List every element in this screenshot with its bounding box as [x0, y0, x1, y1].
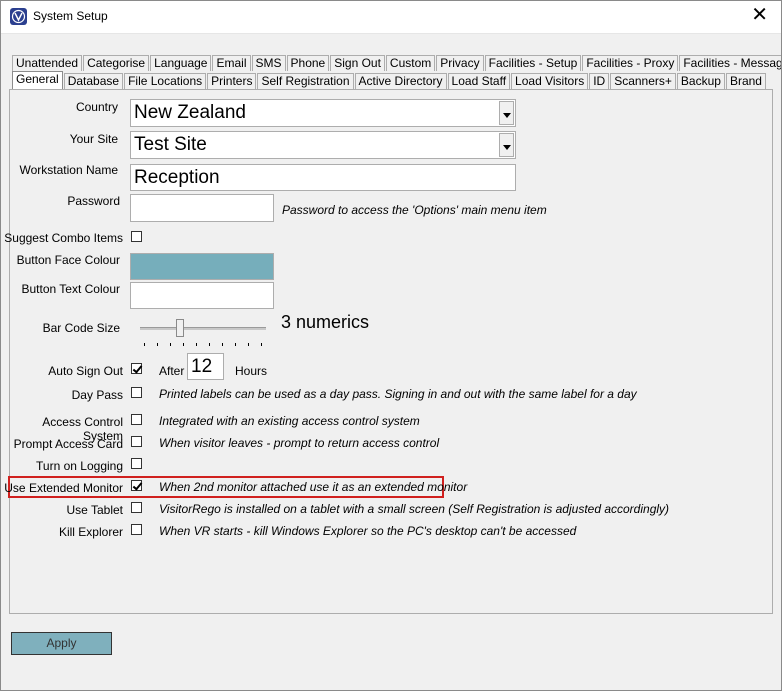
- kill-note: When VR starts - kill Windows Explorer s…: [159, 524, 577, 538]
- tab-file-locations[interactable]: File Locations: [124, 73, 207, 89]
- tab-unattended[interactable]: Unattended: [12, 55, 83, 71]
- tablet-note: VisitorRego is installed on a tablet wit…: [159, 502, 670, 516]
- tab-printers[interactable]: Printers: [207, 73, 257, 89]
- tab-facilities-proxy[interactable]: Facilities - Proxy: [582, 55, 679, 71]
- daypass-label: Day Pass: [71, 388, 123, 402]
- daypass-note: Printed labels can be used as a day pass…: [159, 387, 637, 401]
- extmon-note: When 2nd monitor attached use it as an e…: [159, 480, 468, 494]
- extmon-label: Use Extended Monitor: [4, 481, 123, 495]
- tab-facilities-messages[interactable]: Facilities - Messages: [679, 55, 782, 71]
- tab-privacy[interactable]: Privacy: [436, 55, 484, 71]
- slider-tick: [261, 343, 262, 346]
- password-note: Password to access the 'Options' main me…: [282, 203, 547, 217]
- workstation-input[interactable]: Reception: [130, 164, 516, 191]
- logging-label: Turn on Logging: [36, 459, 123, 473]
- tab-self-registration[interactable]: Self Registration: [257, 73, 354, 89]
- tab-database[interactable]: Database: [63, 73, 124, 89]
- barcode-slider-track[interactable]: [140, 327, 266, 330]
- barcode-label: Bar Code Size: [42, 321, 120, 335]
- face-colour-label: Button Face Colour: [16, 253, 120, 267]
- tab-row-bottom: General Database File Locations Printers Sel…: [12, 71, 767, 90]
- country-label: Country: [75, 100, 118, 114]
- tab-active-directory[interactable]: Active Directory: [354, 73, 447, 89]
- title-bar: System Setup ✕: [0, 0, 782, 34]
- slider-tick: [144, 343, 145, 346]
- site-label: Your Site: [69, 132, 118, 146]
- chevron-down-icon[interactable]: [499, 101, 514, 125]
- daypass-checkbox[interactable]: [131, 387, 142, 398]
- text-colour-swatch[interactable]: [130, 282, 274, 309]
- text-colour-label: Button Text Colour: [21, 282, 120, 296]
- tablet-label: Use Tablet: [66, 503, 123, 517]
- site-value: Test Site: [134, 134, 207, 155]
- suggest-label: Suggest Combo Items: [4, 231, 123, 245]
- after-hours-input[interactable]: 12: [187, 353, 224, 380]
- prompt-label: Prompt Access Card: [13, 437, 123, 451]
- tab-sign-out[interactable]: Sign Out: [330, 55, 385, 71]
- tab-backup[interactable]: Backup: [676, 73, 725, 89]
- tab-facilities-setup[interactable]: Facilities - Setup: [484, 55, 582, 71]
- app-logo-icon: [10, 8, 27, 25]
- tab-load-visitors[interactable]: Load Visitors: [511, 73, 589, 89]
- barcode-value: 3 numerics: [281, 312, 370, 332]
- prompt-checkbox[interactable]: [131, 436, 142, 447]
- kill-checkbox[interactable]: [131, 524, 142, 535]
- kill-label: Kill Explorer: [58, 525, 123, 539]
- tab-language[interactable]: Language: [150, 55, 212, 71]
- password-input[interactable]: [130, 194, 274, 222]
- slider-tick: [222, 343, 223, 346]
- prompt-note: When visitor leaves - prompt to return a…: [159, 436, 440, 450]
- close-icon[interactable]: ✕: [751, 5, 768, 25]
- after-label: After: [159, 364, 185, 378]
- workstation-value: Reception: [134, 167, 220, 188]
- slider-tick: [196, 343, 197, 346]
- window-title: System Setup: [33, 9, 108, 23]
- autosignout-label: Auto Sign Out: [48, 364, 123, 378]
- workstation-label: Workstation Name: [19, 163, 118, 177]
- tab-sms[interactable]: SMS: [251, 55, 286, 71]
- slider-tick: [248, 343, 249, 346]
- after-hours-value: 12: [191, 356, 213, 377]
- slider-tick: [235, 343, 236, 346]
- slider-tick: [170, 343, 171, 346]
- slider-tick: [183, 343, 184, 346]
- extmon-checkbox[interactable]: [131, 480, 142, 491]
- tab-phone[interactable]: Phone: [286, 55, 330, 71]
- tab-email[interactable]: Email: [212, 55, 251, 71]
- barcode-slider-thumb[interactable]: [176, 319, 184, 337]
- tab-brand[interactable]: Brand: [725, 73, 766, 89]
- tab-id[interactable]: ID: [589, 73, 610, 89]
- apply-button[interactable]: Apply: [11, 632, 112, 655]
- tablet-checkbox[interactable]: [131, 502, 142, 513]
- slider-tick: [209, 343, 210, 346]
- autosignout-checkbox[interactable]: [131, 363, 142, 374]
- logging-checkbox[interactable]: [131, 458, 142, 469]
- suggest-checkbox[interactable]: [131, 231, 142, 242]
- slider-tick: [157, 343, 158, 346]
- tab-custom[interactable]: Custom: [385, 55, 436, 71]
- site-combo[interactable]: Test Site: [130, 131, 516, 159]
- tab-general[interactable]: General: [12, 71, 63, 89]
- country-value: New Zealand: [134, 102, 246, 123]
- password-label: Password: [67, 194, 120, 208]
- tab-categorise[interactable]: Categorise: [83, 55, 150, 71]
- tab-load-staff[interactable]: Load Staff: [447, 73, 511, 89]
- access-checkbox[interactable]: [131, 414, 142, 425]
- tab-row-top: Unattended Categorise Language Email SMS Phon…: [12, 55, 782, 72]
- hours-label: Hours: [235, 364, 268, 378]
- country-combo[interactable]: New Zealand: [130, 99, 516, 127]
- face-colour-swatch[interactable]: [130, 253, 274, 280]
- chevron-down-icon[interactable]: [499, 133, 514, 157]
- access-note: Integrated with an existing access contr…: [159, 414, 420, 428]
- tab-scanners[interactable]: Scanners+: [610, 73, 676, 89]
